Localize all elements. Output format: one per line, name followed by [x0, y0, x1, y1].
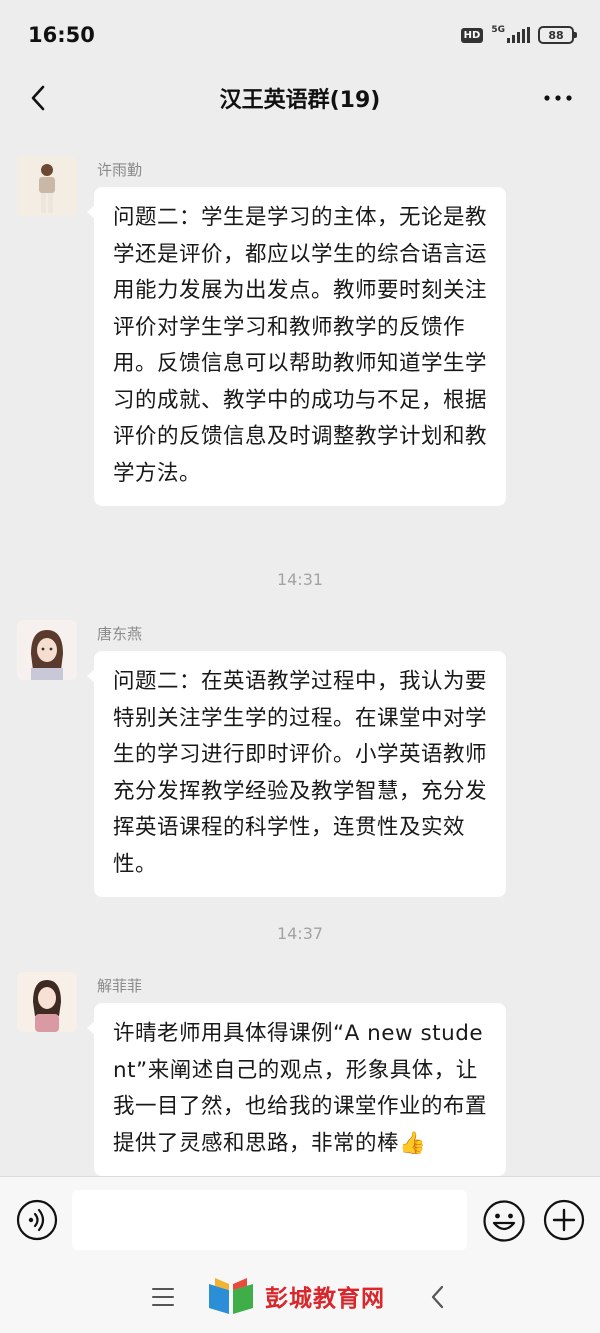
message-bubble[interactable]: 问题二：学生是学习的主体，无论是教学还是评价，都应以学生的综合语言运用能力发展为…: [87, 187, 506, 506]
back-arrow-icon: [31, 85, 45, 111]
hd-badge: HD: [460, 27, 484, 43]
avatar-image: [17, 620, 77, 680]
avatar[interactable]: [17, 156, 77, 216]
battery-level: 88: [548, 28, 564, 42]
voice-button[interactable]: [16, 1199, 58, 1241]
network-label: 5G: [491, 25, 505, 35]
signal-icon: [507, 27, 530, 43]
message-timestamp: 14:31: [276, 570, 324, 589]
message-input[interactable]: [72, 1190, 467, 1250]
more-button[interactable]: [538, 78, 578, 118]
network-indicator: 5G: [491, 25, 530, 43]
watermark: 彭城教育网: [205, 1274, 385, 1318]
back-button[interactable]: [18, 78, 58, 118]
emoji-button[interactable]: [482, 1199, 526, 1243]
avatar-image: [17, 972, 77, 1032]
message-bubble[interactable]: 问题二：在英语教学过程中，我认为要特别关注学生学的过程。在课堂中对学生的学习进行…: [87, 651, 506, 897]
chat-header: 汉王英语群(19): [0, 70, 600, 126]
battery-icon: 88: [538, 26, 577, 44]
message-bubble[interactable]: 许晴老师用具体得课例“A new student”来阐述自己的观点，形象具体，让…: [87, 1003, 506, 1176]
input-bar: [0, 1176, 600, 1262]
chat-message-list[interactable]: 许雨勤 问题二：学生是学习的主体，无论是教学还是评价，都应以学生的综合语言运用能…: [0, 126, 600, 1176]
avatar[interactable]: [17, 620, 77, 680]
status-bar: 16:50 HD 5G 88: [0, 0, 600, 70]
menu-icon: [152, 1288, 174, 1306]
system-back-icon: [431, 1285, 444, 1309]
sender-name: 许雨勤: [97, 161, 143, 179]
voice-icon: [16, 1199, 58, 1241]
more-icon: [544, 95, 572, 101]
system-navigation-bar: 彭城教育网: [0, 1262, 600, 1333]
message-timestamp: 14:37: [276, 924, 324, 943]
watermark-text: 彭城教育网: [265, 1286, 385, 1312]
menu-button[interactable]: [150, 1284, 176, 1310]
avatar-image: [17, 156, 77, 216]
sender-name: 解菲菲: [97, 977, 143, 995]
avatar[interactable]: [17, 972, 77, 1032]
emoji-icon: [483, 1200, 525, 1242]
system-back-button[interactable]: [426, 1284, 450, 1310]
chat-title: 汉王英语群(19): [219, 88, 381, 113]
more-functions-button[interactable]: [543, 1199, 585, 1241]
status-indicators: HD 5G 88: [460, 25, 577, 44]
sender-name: 唐东燕: [97, 625, 143, 643]
status-time: 16:50: [28, 23, 95, 47]
book-logo-icon: [209, 1278, 253, 1314]
plus-icon: [543, 1199, 585, 1241]
